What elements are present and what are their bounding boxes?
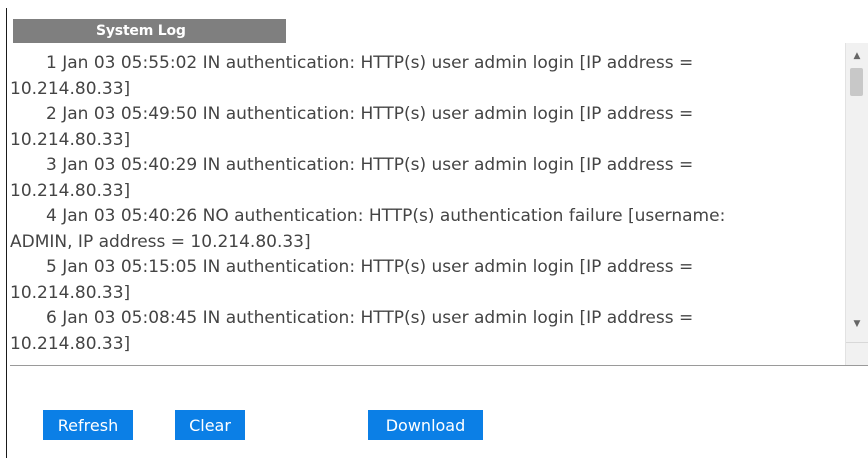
log-entry-line: 10.214.80.33]: [10, 129, 131, 150]
scroll-down-arrow-icon[interactable]: ▼: [846, 315, 868, 333]
log-entry: 2 Jan 03 05:49:50 IN authentication: HTT…: [10, 102, 842, 153]
log-entry-line: 3 Jan 03 05:40:29 IN authentication: HTT…: [46, 155, 694, 175]
log-content: 1 Jan 03 05:55:02 IN authentication: HTT…: [10, 43, 842, 365]
resize-grip[interactable]: [846, 342, 868, 365]
log-entry: 5 Jan 03 05:15:05 IN authentication: HTT…: [10, 255, 842, 306]
log-entry: 1 Jan 03 05:55:02 IN authentication: HTT…: [10, 51, 842, 102]
log-entry-line: 6 Jan 03 05:08:45 IN authentication: HTT…: [46, 308, 694, 328]
log-entry-line: 10.214.80.33]: [10, 282, 131, 303]
log-scrollbar[interactable]: ▲ ▼: [845, 43, 868, 365]
panel-title: System Log: [96, 23, 186, 39]
log-entry: 3 Jan 03 05:40:29 IN authentication: HTT…: [10, 153, 842, 204]
scroll-up-arrow-icon[interactable]: ▲: [846, 47, 868, 65]
system-log-textarea[interactable]: 1 Jan 03 05:55:02 IN authentication: HTT…: [10, 43, 868, 366]
log-entry: 6 Jan 03 05:08:45 IN authentication: HTT…: [10, 306, 842, 357]
log-entry-line: 5 Jan 03 05:15:05 IN authentication: HTT…: [46, 257, 694, 277]
scrollbar-thumb[interactable]: [850, 68, 863, 96]
log-entry-line: 4 Jan 03 05:40:26 NO authentication: HTT…: [46, 206, 726, 226]
refresh-button[interactable]: Refresh: [43, 410, 133, 440]
log-entry-line: ADMIN, IP address = 10.214.80.33]: [10, 231, 311, 252]
log-entry-line: 2 Jan 03 05:49:50 IN authentication: HTT…: [46, 104, 694, 124]
log-entry-line: 10.214.80.33]: [10, 333, 131, 354]
log-entry: 4 Jan 03 05:40:26 NO authentication: HTT…: [10, 204, 842, 255]
log-entry-line: 1 Jan 03 05:55:02 IN authentication: HTT…: [46, 53, 694, 73]
log-entry-line: 10.214.80.33]: [10, 180, 131, 201]
download-button[interactable]: Download: [368, 410, 483, 440]
log-entry-line: 10.214.80.33]: [10, 78, 131, 99]
clear-button[interactable]: Clear: [175, 410, 245, 440]
